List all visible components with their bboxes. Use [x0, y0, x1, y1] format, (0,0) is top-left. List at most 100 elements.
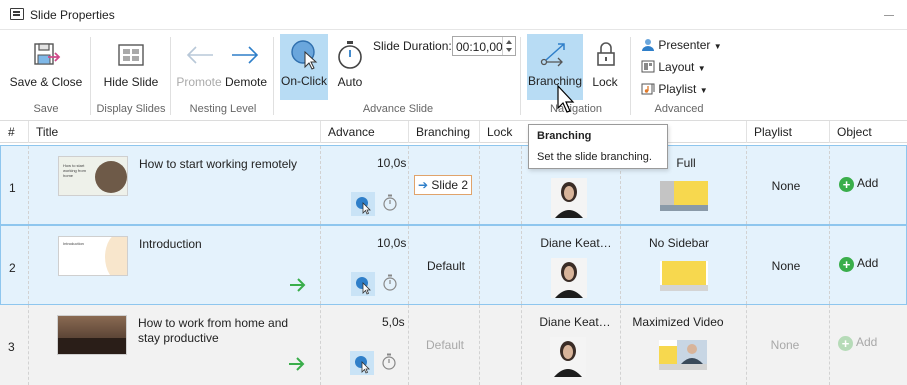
slide-number: 1 — [9, 181, 16, 195]
arrow-right-icon — [232, 46, 259, 64]
grid-header: # Title Advance Branching Lock Playlist … — [0, 121, 907, 143]
demote-button[interactable]: Demote — [224, 35, 268, 99]
on-click-advance-icon[interactable] — [351, 272, 375, 296]
branching-value[interactable]: Default — [409, 338, 481, 352]
slides-grid: # Title Advance Branching Lock Playlist … — [0, 121, 907, 385]
col-header-num[interactable]: # — [8, 125, 15, 139]
hide-slide-button[interactable]: Hide Slide — [98, 35, 164, 99]
thumbnail-image — [58, 338, 126, 354]
presenter-icon — [642, 39, 654, 51]
col-header-lock[interactable]: Lock — [487, 125, 512, 139]
col-header-object[interactable]: Object — [837, 125, 872, 139]
presenter-name[interactable]: Diane Keat… — [531, 236, 621, 250]
lock-icon — [597, 42, 615, 66]
layout-dropdown[interactable]: Layout ▼ — [641, 60, 706, 74]
branching-target: Slide 2 — [431, 178, 469, 192]
col-divider — [746, 121, 747, 143]
auto-advance-timer-icon[interactable] — [382, 194, 398, 212]
auto-button[interactable]: Auto — [330, 35, 370, 99]
add-object-label: Add — [856, 335, 878, 349]
on-click-advance-icon[interactable] — [350, 351, 374, 375]
on-click-label: On-Click — [280, 74, 327, 88]
ribbon-divider — [630, 37, 631, 115]
presenter-label: Presenter — [658, 38, 711, 52]
on-click-button[interactable]: On-Click — [280, 34, 328, 100]
layout-maximized-video-icon[interactable] — [659, 340, 707, 370]
chevron-down-icon: ▼ — [713, 42, 722, 51]
presenter-name[interactable]: Diane Keat… — [530, 315, 620, 329]
slide-title[interactable]: How to work from home and stay productiv… — [138, 316, 308, 346]
add-object-button[interactable]: + Add — [839, 256, 878, 272]
slide-number: 3 — [8, 340, 15, 354]
slide-properties-app-icon — [10, 8, 24, 20]
table-row[interactable]: 3 How to work from home and stay product… — [0, 305, 907, 385]
duration-spinner[interactable] — [502, 37, 515, 55]
spin-down-icon[interactable] — [506, 48, 512, 52]
thumbnail-text: How to start working from home — [63, 163, 86, 178]
col-header-title[interactable]: Title — [36, 125, 58, 139]
tooltip-title: Branching — [537, 130, 592, 142]
layout-label: Layout — [658, 60, 695, 74]
thumbnail-decoration — [105, 237, 127, 275]
presenter-photo[interactable] — [551, 258, 587, 298]
playlist-value[interactable]: None — [760, 338, 810, 352]
group-save-label: Save — [33, 103, 59, 115]
playlist-value[interactable]: None — [761, 179, 811, 193]
layout-name: No Sidebar — [648, 236, 710, 250]
col-divider — [28, 121, 29, 143]
branching-tooltip: Branching Set the slide branching. — [528, 124, 668, 169]
add-object-label: Add — [857, 256, 879, 270]
add-icon: + — [838, 336, 853, 351]
slide-title[interactable]: How to start working remotely — [139, 157, 309, 172]
table-row[interactable]: 1 How to start working from home How to … — [0, 145, 907, 225]
slide-duration-value: 00:10,00 — [456, 40, 503, 54]
col-header-playlist[interactable]: Playlist — [754, 125, 792, 139]
auto-advance-timer-icon[interactable] — [382, 274, 398, 292]
layout-full-icon[interactable] — [660, 181, 708, 211]
presenter-photo[interactable] — [551, 178, 587, 218]
ribbon-divider — [170, 37, 171, 115]
branching-target-button[interactable]: ➔ Slide 2 — [414, 175, 472, 195]
slide-title[interactable]: Introduction — [139, 237, 309, 252]
on-click-advance-icon[interactable] — [351, 192, 375, 216]
layout-icon — [641, 60, 655, 73]
nested-arrow-icon — [289, 357, 305, 371]
layout-no-sidebar-icon[interactable] — [660, 261, 708, 291]
save-close-icon — [34, 43, 61, 65]
add-icon: + — [839, 257, 854, 272]
hide-slide-label: Hide Slide — [103, 75, 159, 89]
save-close-button[interactable]: Save & Close — [8, 35, 84, 99]
window-title: Slide Properties — [30, 8, 115, 22]
group-display-slides-label: Display Slides — [96, 103, 166, 115]
on-click-icon — [291, 40, 318, 70]
slide-duration-label: Slide Duration: — [373, 39, 452, 53]
branching-value[interactable]: Default — [410, 259, 482, 273]
playlist-dropdown[interactable]: Playlist ▼ — [641, 82, 708, 96]
add-object-button[interactable]: + Add — [838, 335, 877, 351]
playlist-icon — [641, 83, 655, 95]
branching-icon — [540, 43, 565, 67]
group-advanced-label: Advanced — [654, 103, 704, 115]
auto-advance-timer-icon[interactable] — [381, 353, 397, 371]
presenter-photo[interactable] — [550, 337, 586, 377]
col-header-advance[interactable]: Advance — [328, 125, 375, 139]
playlist-value[interactable]: None — [761, 259, 811, 273]
spin-up-icon[interactable] — [506, 40, 512, 44]
minimize-ribbon-icon[interactable] — [884, 15, 894, 16]
lock-button[interactable]: Lock — [588, 35, 622, 99]
promote-button[interactable]: Promote — [176, 35, 222, 99]
presenter-dropdown[interactable]: Presenter ▼ — [641, 38, 722, 52]
slide-thumbnail[interactable]: How to start working from home — [58, 156, 128, 196]
slide-duration-field[interactable]: 00:10,00 — [452, 36, 516, 56]
slide-thumbnail[interactable] — [57, 315, 127, 355]
slide-thumbnail[interactable]: Introduction — [58, 236, 128, 276]
auto-label: Auto — [337, 75, 363, 89]
arrow-left-icon — [186, 46, 213, 64]
playlist-label: Playlist — [658, 82, 697, 96]
add-object-button[interactable]: + Add — [839, 176, 878, 192]
demote-label: Demote — [224, 75, 268, 89]
ribbon-divider — [90, 37, 91, 115]
lock-label: Lock — [592, 75, 618, 89]
col-header-branching[interactable]: Branching — [416, 125, 470, 139]
table-row[interactable]: 2 Introduction Introduction 10,0s Defaul… — [0, 225, 907, 305]
